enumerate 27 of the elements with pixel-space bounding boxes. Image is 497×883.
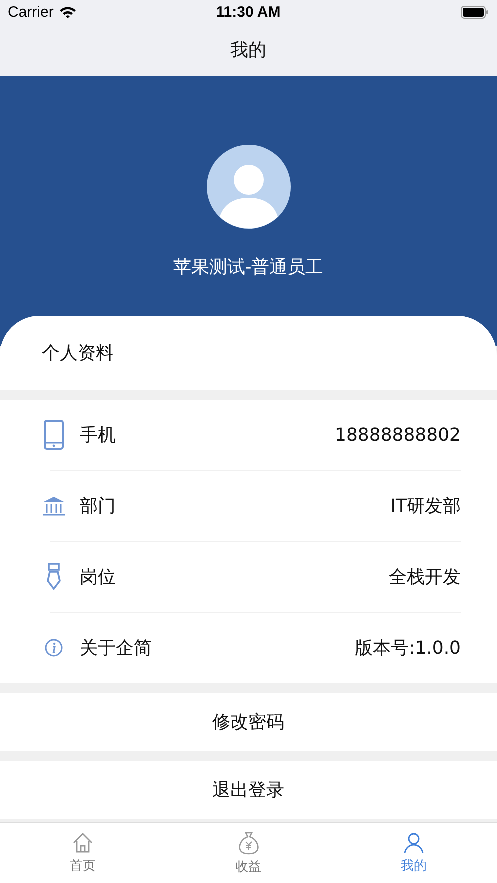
carrier-label: Carrier bbox=[8, 4, 54, 20]
tab[interactable]: 收益 bbox=[166, 823, 332, 883]
tab[interactable]: 首页 bbox=[0, 823, 166, 883]
info-icon bbox=[45, 639, 63, 657]
row-value: 18888888802 bbox=[335, 424, 461, 446]
battery-icon bbox=[461, 6, 489, 18]
section-title: 个人资料 bbox=[42, 342, 114, 365]
change-password-button[interactable]: 修改密码 bbox=[0, 693, 497, 751]
page-title: 我的 bbox=[230, 39, 266, 62]
tab[interactable]: 我的 bbox=[331, 823, 497, 883]
logout-button[interactable]: 退出登录 bbox=[0, 761, 497, 819]
row-value: IT研发部 bbox=[390, 495, 461, 518]
wifi-icon bbox=[58, 6, 77, 18]
tie-icon bbox=[47, 563, 61, 591]
home-icon bbox=[72, 832, 94, 854]
bank-icon bbox=[43, 496, 65, 516]
clock-time: 11:30 AM bbox=[216, 4, 281, 20]
row-label: 岗位 bbox=[80, 566, 116, 589]
row-value: 版本号:1.0.0 bbox=[355, 637, 461, 660]
phone-icon bbox=[44, 420, 64, 450]
row-label: 关于企简 bbox=[80, 637, 152, 660]
person-icon bbox=[403, 832, 426, 854]
money-bag-icon bbox=[238, 830, 260, 854]
row-label: 部门 bbox=[80, 495, 116, 518]
row-label: 手机 bbox=[80, 424, 116, 447]
row-value: 全栈开发 bbox=[389, 566, 461, 589]
user-name: 苹果测试-普通员工 bbox=[173, 256, 324, 279]
